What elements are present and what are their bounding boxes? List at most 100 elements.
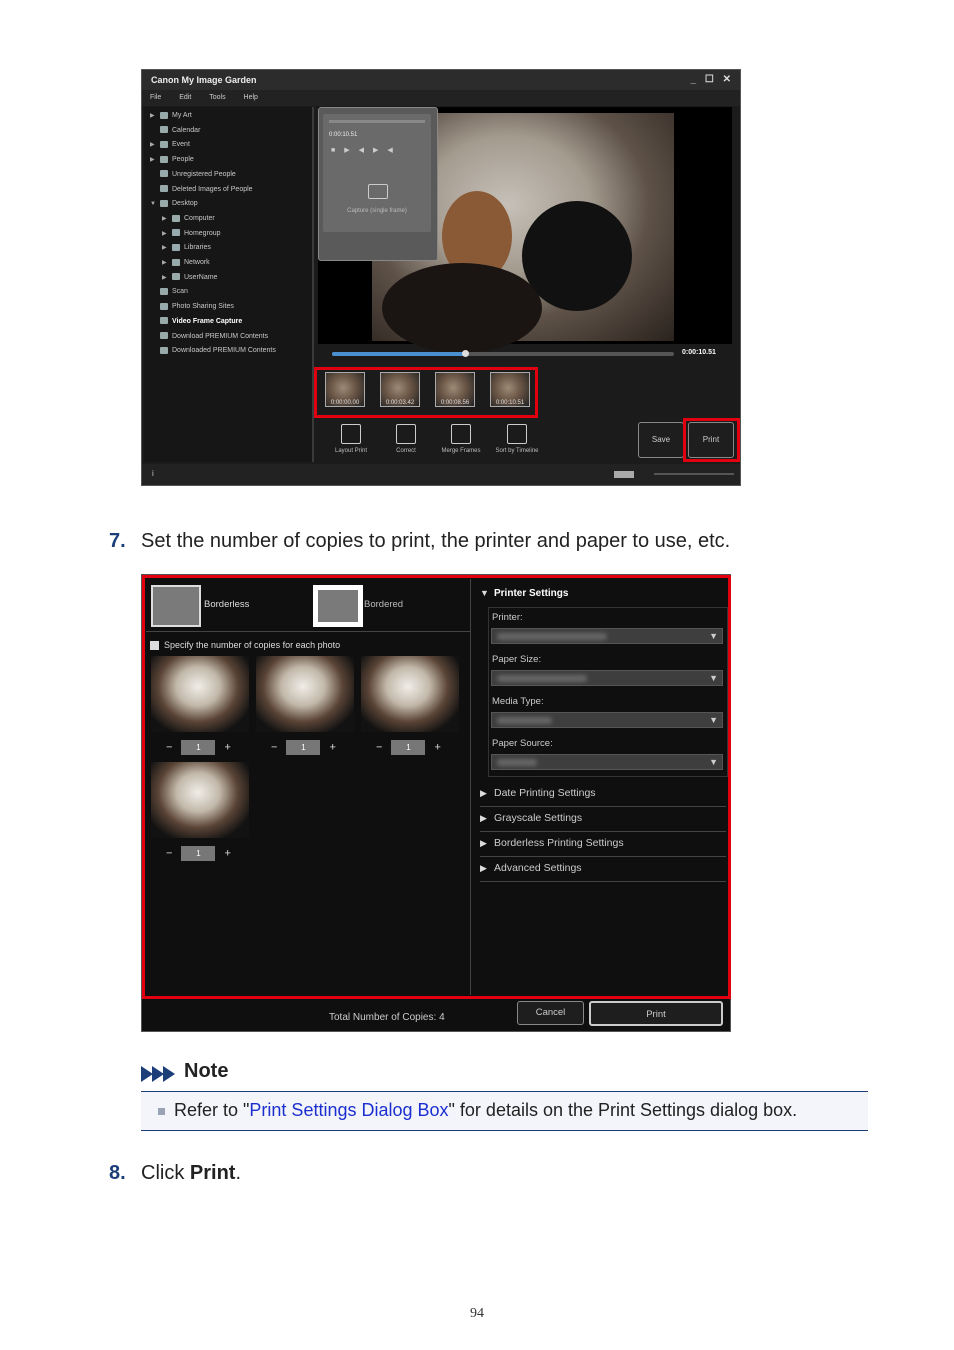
expand-arrow-icon[interactable]: ▶ [162,228,172,240]
expand-arrow-icon[interactable]: ▼ [150,198,160,210]
copies-stepper[interactable]: −1 + [166,846,231,861]
seek-fill [332,352,466,356]
paper-source-label: Paper Source: [492,738,553,749]
advanced-section[interactable]: ▶ Advanced Settings [480,862,582,874]
playback-panel: 0:00:10.51 ■▶◀▶◀ Capture (single frame) [318,107,438,261]
merge-frames-button[interactable]: Merge Frames [436,424,486,454]
sidebar-item[interactable]: Photo Sharing Sites [150,301,234,313]
media-type-select[interactable]: ▼ [491,712,723,728]
sidebar-item[interactable]: Video Frame Capture [150,316,242,328]
save-button[interactable]: Save [638,422,684,458]
plus-button[interactable]: + [224,741,230,753]
view-toggle-icon[interactable] [614,471,634,478]
minus-button[interactable]: − [166,847,172,859]
folder-icon [160,111,168,119]
sidebar-item[interactable]: Download PREMIUM Contents [150,331,268,343]
photo-tile[interactable] [361,656,459,732]
copies-stepper[interactable]: −1 + [271,740,336,755]
printer-settings-header[interactable]: ▼ Printer Settings [480,588,568,599]
sidebar-item[interactable]: Unregistered People [150,169,236,181]
sidebar-item[interactable]: ▼ Desktop [150,198,198,210]
copies-value[interactable]: 1 [391,740,426,755]
total-copies-label: Total Number of Copies: [329,1012,437,1023]
playback-controls-icon[interactable]: ■▶◀▶◀ [331,146,402,154]
sort-by-timeline-button[interactable]: Sort by Timeline [491,424,543,454]
folder-icon [160,126,168,134]
expand-arrow-icon[interactable]: ▶ [150,154,160,166]
expand-arrow-icon[interactable]: ▶ [150,139,160,151]
copies-value[interactable]: 1 [286,740,321,755]
expand-arrow-icon[interactable]: ▶ [162,272,172,284]
menu-edit[interactable]: Edit [179,94,191,101]
media-type-value-blurred [497,717,552,724]
zoom-slider[interactable] [654,473,734,475]
borderless-layout-icon[interactable] [151,585,201,627]
sidebar-item[interactable]: Calendar [150,125,200,137]
copies-stepper[interactable]: −1 + [166,740,231,755]
sidebar-item[interactable]: ▶ Network [162,257,210,269]
sidebar-item[interactable]: Downloaded PREMIUM Contents [150,345,276,357]
plus-button[interactable]: + [434,741,440,753]
plus-button[interactable]: + [224,847,230,859]
minus-button[interactable]: − [166,741,172,753]
window-controls[interactable]: _ ☐ ✕ [691,70,734,90]
expand-arrow-icon[interactable]: ▶ [150,110,160,122]
date-printing-section[interactable]: ▶ Date Printing Settings [480,787,596,799]
sidebar-item[interactable]: ▶ My Art [150,110,192,122]
paper-source-select[interactable]: ▼ [491,754,723,770]
timeline-seek-bar[interactable] [332,350,674,357]
sidebar-item[interactable]: ▶ Computer [162,213,215,225]
photo-tile[interactable] [151,762,249,838]
seek-knob[interactable] [462,350,469,357]
info-icon[interactable]: i [152,469,154,478]
paper-size-select[interactable]: ▼ [491,670,723,686]
bordered-layout-icon[interactable] [313,585,363,627]
media-type-label: Media Type: [492,696,544,707]
photo-tile[interactable] [256,656,354,732]
panel-seek-bar[interactable] [329,120,425,123]
specify-checkbox[interactable] [150,641,159,650]
section-label: Grayscale Settings [494,812,583,824]
photo-tile[interactable] [151,656,249,732]
menu-tools[interactable]: Tools [209,94,225,101]
grayscale-section[interactable]: ▶ Grayscale Settings [480,812,582,824]
status-bar: i [142,464,740,485]
folder-icon [160,302,168,310]
sidebar-item[interactable]: Scan [150,286,188,298]
note-prefix: Refer to " [174,1100,250,1120]
printer-label: Printer: [492,612,523,623]
copies-stepper[interactable]: −1 + [376,740,441,755]
layout-print-button[interactable]: Layout Print [326,424,376,454]
sidebar-item[interactable]: ▶ People [150,154,194,166]
expand-arrow-icon[interactable]: ▶ [162,257,172,269]
plus-button[interactable]: + [329,741,335,753]
sidebar-item-label: Deleted Images of People [172,185,253,193]
title-bar: Canon My Image Garden _ ☐ ✕ [142,70,740,90]
print-settings-link[interactable]: Print Settings Dialog Box [249,1100,448,1120]
expand-arrow-icon[interactable]: ▶ [162,213,172,225]
menu-help[interactable]: Help [244,94,258,101]
minus-button[interactable]: − [271,741,277,753]
note-text: Refer to "Print Settings Dialog Box" for… [174,1100,797,1121]
sidebar-item[interactable]: Deleted Images of People [150,184,253,196]
expand-arrow-icon[interactable]: ▶ [162,242,172,254]
camera-icon[interactable] [368,184,388,199]
print-button[interactable]: Print [589,1001,723,1026]
sidebar-item-label: Libraries [184,244,211,252]
borderless-printing-section[interactable]: ▶ Borderless Printing Settings [480,837,624,849]
sidebar-item[interactable]: ▶ Event [150,139,190,151]
menu-file[interactable]: File [150,94,161,101]
sidebar-item[interactable]: ▶ UserName [162,272,217,284]
dropdown-arrow-icon: ▼ [709,631,718,641]
sidebar-tree: ▶ My Art Calendar ▶ Event ▶ People Unregistered… [144,107,314,462]
correct-button[interactable]: Correct [381,424,431,454]
sidebar-item[interactable]: ▶ Libraries [162,242,211,254]
copies-value[interactable]: 1 [181,846,216,861]
folder-icon [160,346,168,354]
minus-button[interactable]: − [376,741,382,753]
sidebar-item[interactable]: ▶ Homegroup [162,228,221,240]
cancel-button[interactable]: Cancel [517,1001,584,1025]
sidebar-item-label: Network [184,259,210,266]
copies-value[interactable]: 1 [181,740,216,755]
printer-select[interactable]: ▼ [491,628,723,644]
